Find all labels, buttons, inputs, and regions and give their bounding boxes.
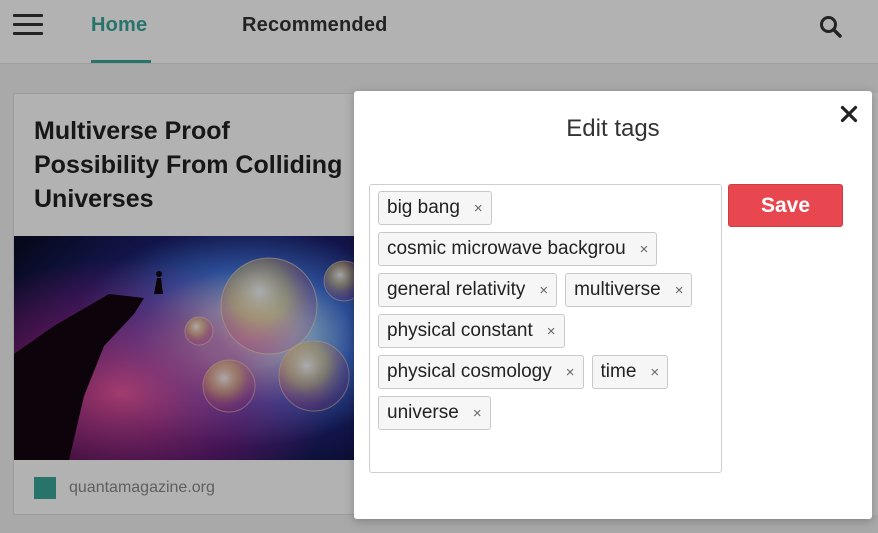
tag-chip[interactable]: time × xyxy=(591,355,669,389)
tag-label: physical constant xyxy=(387,320,533,341)
tag-remove-icon[interactable]: × xyxy=(675,283,684,298)
tag-label: multiverse xyxy=(574,279,661,300)
tags-input[interactable]: big bang × cosmic microwave backgrou × gener… xyxy=(369,184,722,473)
tag-remove-icon[interactable]: × xyxy=(547,324,556,339)
tag-remove-icon[interactable]: × xyxy=(474,201,483,216)
tag-label: cosmic microwave backgrou xyxy=(387,238,626,259)
tag-chip[interactable]: multiverse × xyxy=(565,273,693,307)
tag-label: universe xyxy=(387,402,459,423)
tag-label: big bang xyxy=(387,197,460,218)
edit-tags-dialog: Edit tags big bang × cosmic microwave back… xyxy=(354,91,872,519)
tag-remove-icon[interactable]: × xyxy=(650,365,659,380)
tag-chip[interactable]: physical constant × xyxy=(378,314,565,348)
tag-chip[interactable]: big bang × xyxy=(378,191,492,225)
tag-chip[interactable]: general relativity × xyxy=(378,273,558,307)
dialog-title: Edit tags xyxy=(566,115,660,142)
tag-remove-icon[interactable]: × xyxy=(539,283,548,298)
tag-remove-icon[interactable]: × xyxy=(566,365,575,380)
tag-label: physical cosmology xyxy=(387,361,552,382)
tag-chip[interactable]: cosmic microwave backgrou × xyxy=(378,232,658,266)
tag-chip[interactable]: universe × xyxy=(378,396,491,430)
tag-label: general relativity xyxy=(387,279,526,300)
tag-chip[interactable]: physical cosmology × xyxy=(378,355,584,389)
close-icon[interactable] xyxy=(838,103,860,125)
tag-remove-icon[interactable]: × xyxy=(640,242,649,257)
save-button[interactable]: Save xyxy=(728,184,843,227)
tag-remove-icon[interactable]: × xyxy=(473,406,482,421)
tag-label: time xyxy=(600,361,637,382)
